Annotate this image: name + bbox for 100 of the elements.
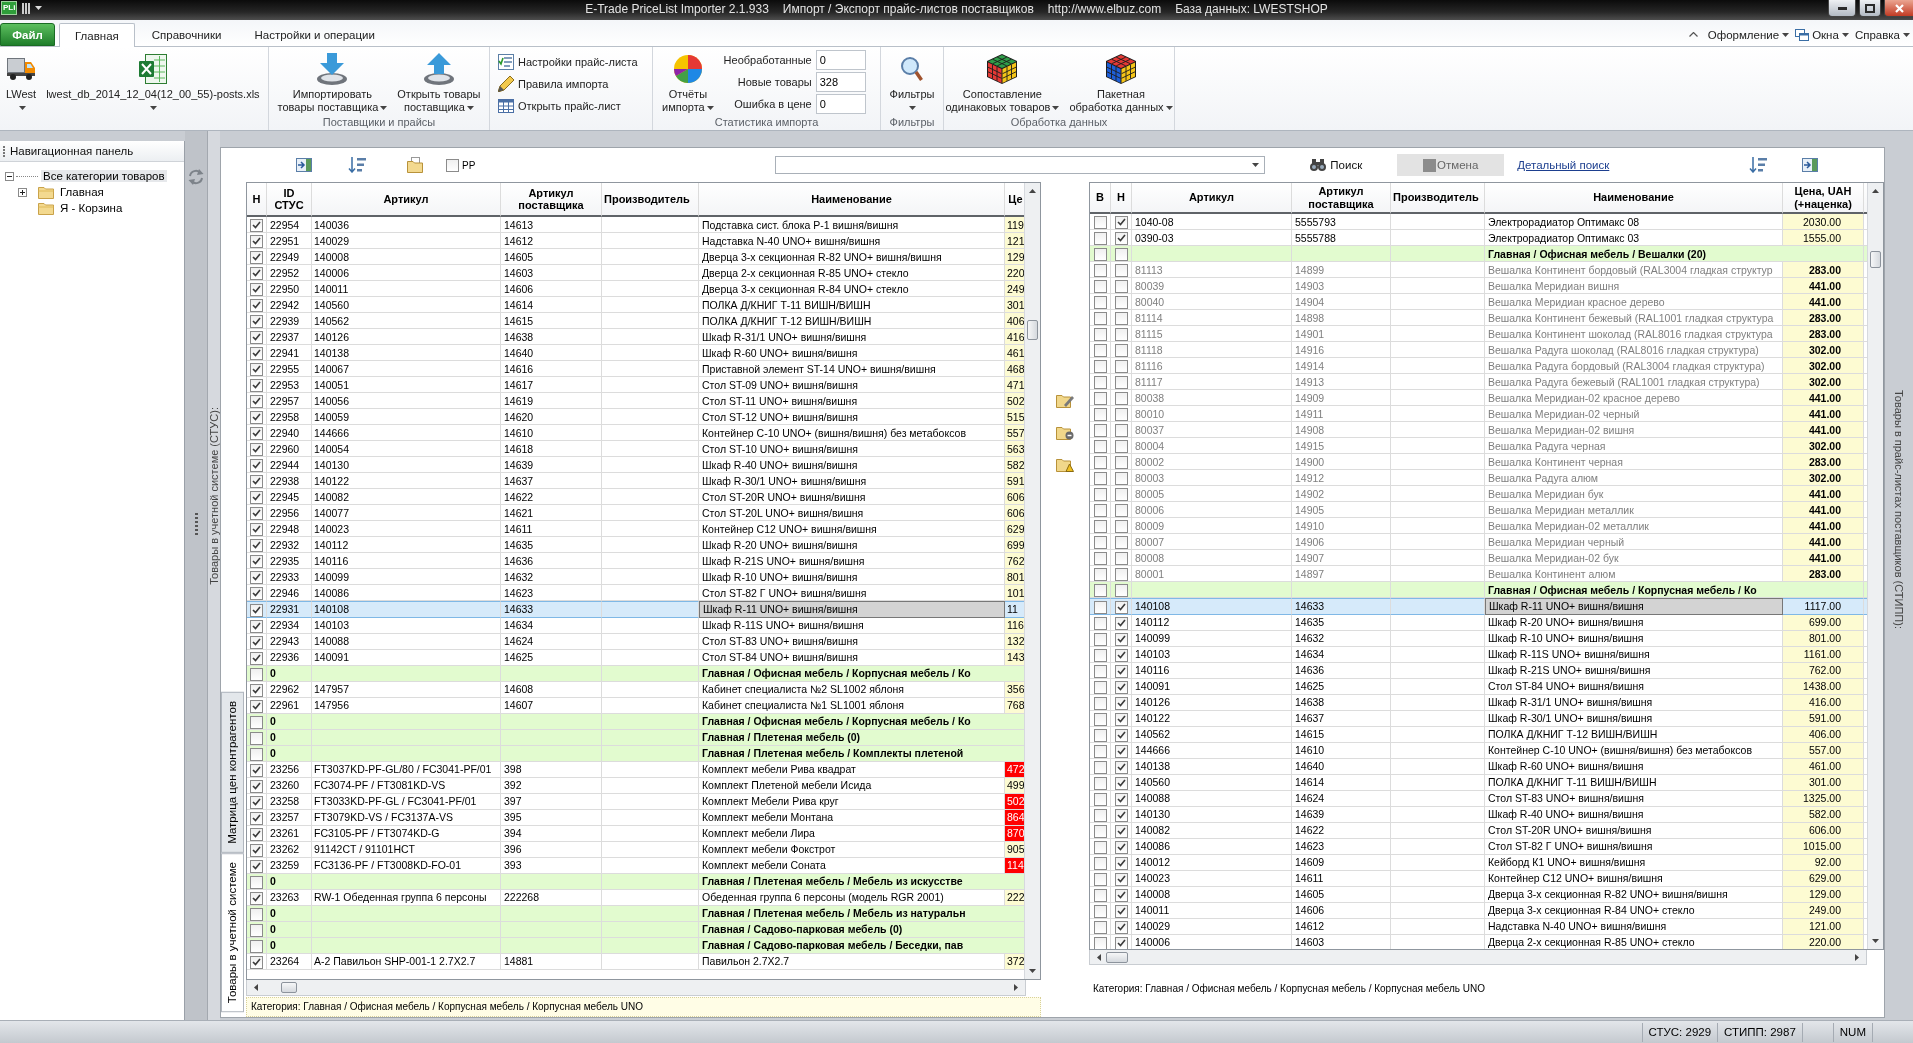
checkbox[interactable] — [1093, 888, 1107, 902]
tree-item[interactable]: Я - Корзина — [58, 202, 125, 214]
column-header[interactable]: Артикул — [1132, 183, 1292, 214]
checkbox[interactable] — [250, 298, 263, 312]
checkbox[interactable] — [1093, 696, 1107, 710]
checkbox[interactable] — [250, 923, 263, 937]
column-header[interactable]: Наименование — [699, 183, 1005, 217]
scroll-down-icon[interactable] — [1029, 969, 1036, 973]
checkbox[interactable] — [250, 795, 263, 809]
checkbox[interactable] — [250, 234, 263, 248]
checkbox[interactable] — [1114, 664, 1128, 678]
checkbox[interactable] — [1114, 792, 1128, 806]
checkbox[interactable] — [250, 651, 263, 665]
checkbox[interactable] — [250, 410, 263, 424]
checkbox[interactable] — [1093, 840, 1107, 854]
batch-processing-button[interactable]: Пакетная обработка данных — [1065, 49, 1177, 114]
checkbox[interactable] — [1093, 439, 1107, 453]
scroll-left-icon[interactable] — [1097, 953, 1101, 961]
checkbox[interactable] — [1093, 407, 1107, 421]
checkbox[interactable] — [1114, 824, 1128, 838]
scrollbar-thumb[interactable] — [1106, 951, 1128, 963]
menu-button[interactable]: Оформление — [1704, 24, 1793, 46]
column-header[interactable]: Производитель — [1391, 183, 1485, 214]
checkbox[interactable] — [1093, 343, 1107, 357]
checkbox[interactable] — [1114, 808, 1128, 822]
folder-warning-icon[interactable] — [1056, 456, 1074, 472]
checkbox[interactable] — [250, 538, 263, 552]
scroll-up-icon[interactable] — [1872, 189, 1879, 193]
column-header[interactable]: Артикул — [312, 183, 501, 217]
checkbox[interactable] — [1093, 455, 1107, 469]
column-header[interactable]: Н — [1111, 183, 1132, 214]
checkbox[interactable] — [1093, 231, 1107, 245]
checkbox[interactable] — [250, 378, 263, 392]
checkbox[interactable] — [1114, 311, 1128, 325]
checkbox[interactable] — [1093, 263, 1107, 277]
checkbox[interactable] — [250, 731, 263, 745]
open-price-list-button[interactable]: Открыть прайс-лист — [495, 95, 641, 117]
compare-button[interactable]: Сопоставление одинаковых товаров — [941, 49, 1064, 114]
checkbox[interactable] — [1093, 920, 1107, 934]
expand-icon[interactable] — [18, 187, 27, 197]
checkbox[interactable] — [1114, 872, 1128, 886]
checkbox[interactable] — [1114, 279, 1128, 293]
horizontal-scrollbar[interactable] — [1089, 950, 1867, 965]
checkbox[interactable] — [1093, 680, 1107, 694]
column-header[interactable]: В — [1090, 183, 1111, 214]
checkbox[interactable] — [1114, 936, 1128, 949]
horizontal-scrollbar[interactable] — [246, 980, 1026, 996]
checkbox[interactable] — [1093, 519, 1107, 533]
checkbox[interactable] — [1093, 567, 1107, 581]
scroll-left-icon[interactable] — [254, 984, 258, 991]
checkbox[interactable] — [250, 250, 263, 264]
ribbon-tab[interactable]: Главная — [59, 23, 135, 47]
checkbox[interactable] — [1114, 439, 1128, 453]
checkbox[interactable] — [1093, 728, 1107, 742]
checkbox[interactable] — [1114, 696, 1128, 710]
checkbox[interactable] — [1114, 888, 1128, 902]
checkbox[interactable] — [1114, 648, 1128, 662]
checkbox[interactable] — [1114, 487, 1128, 501]
tree-item[interactable]: Все категории товаров — [41, 170, 167, 182]
filters-button[interactable]: Фильтры — [885, 49, 939, 114]
checkbox[interactable] — [250, 859, 263, 873]
checkbox[interactable] — [1093, 808, 1107, 822]
checkbox[interactable] — [1093, 215, 1107, 229]
checkbox[interactable] — [1114, 231, 1128, 245]
checkbox[interactable] — [1093, 503, 1107, 517]
checkbox[interactable] — [1114, 391, 1128, 405]
checkbox[interactable] — [250, 218, 263, 232]
checkbox[interactable] — [250, 779, 263, 793]
ribbon-tab[interactable]: Настройки и операции — [238, 23, 391, 46]
checkbox[interactable] — [1114, 247, 1128, 261]
checkbox[interactable] — [250, 827, 263, 841]
checkbox[interactable] — [250, 490, 263, 504]
stat-field[interactable]: 0 — [815, 94, 866, 114]
checkbox[interactable] — [1114, 616, 1128, 630]
scrollbar-thumb[interactable] — [1870, 251, 1881, 268]
search-combo[interactable] — [775, 156, 1266, 174]
checkbox[interactable] — [1114, 423, 1128, 437]
stat-field[interactable]: 0 — [815, 50, 866, 70]
column-header[interactable]: Артикул поставщика — [501, 183, 602, 217]
checkbox[interactable] — [1093, 936, 1107, 949]
view-tab[interactable]: Матрица цен контрагентов — [221, 691, 244, 853]
checkbox[interactable] — [250, 570, 263, 584]
checkbox[interactable] — [250, 362, 263, 376]
vertical-scrollbar[interactable] — [1867, 183, 1883, 949]
checkbox[interactable] — [250, 442, 263, 456]
checkbox[interactable] — [1114, 744, 1128, 758]
checkbox[interactable] — [1093, 744, 1107, 758]
folder-minus-icon[interactable] — [1056, 424, 1074, 440]
import-rules-button[interactable]: Правила импорта — [495, 73, 641, 95]
checkbox[interactable] — [250, 635, 263, 649]
checkbox[interactable] — [250, 699, 263, 713]
supplier-button[interactable]: LWest — [2, 49, 41, 114]
checkbox[interactable] — [446, 158, 459, 172]
checkbox[interactable] — [1093, 375, 1107, 389]
checkbox[interactable] — [1093, 311, 1107, 325]
checkbox[interactable] — [1114, 632, 1128, 646]
checkbox[interactable] — [1114, 455, 1128, 469]
sort-icon[interactable] — [348, 157, 366, 173]
scroll-down-icon[interactable] — [1872, 939, 1879, 943]
checkbox[interactable] — [250, 554, 263, 568]
